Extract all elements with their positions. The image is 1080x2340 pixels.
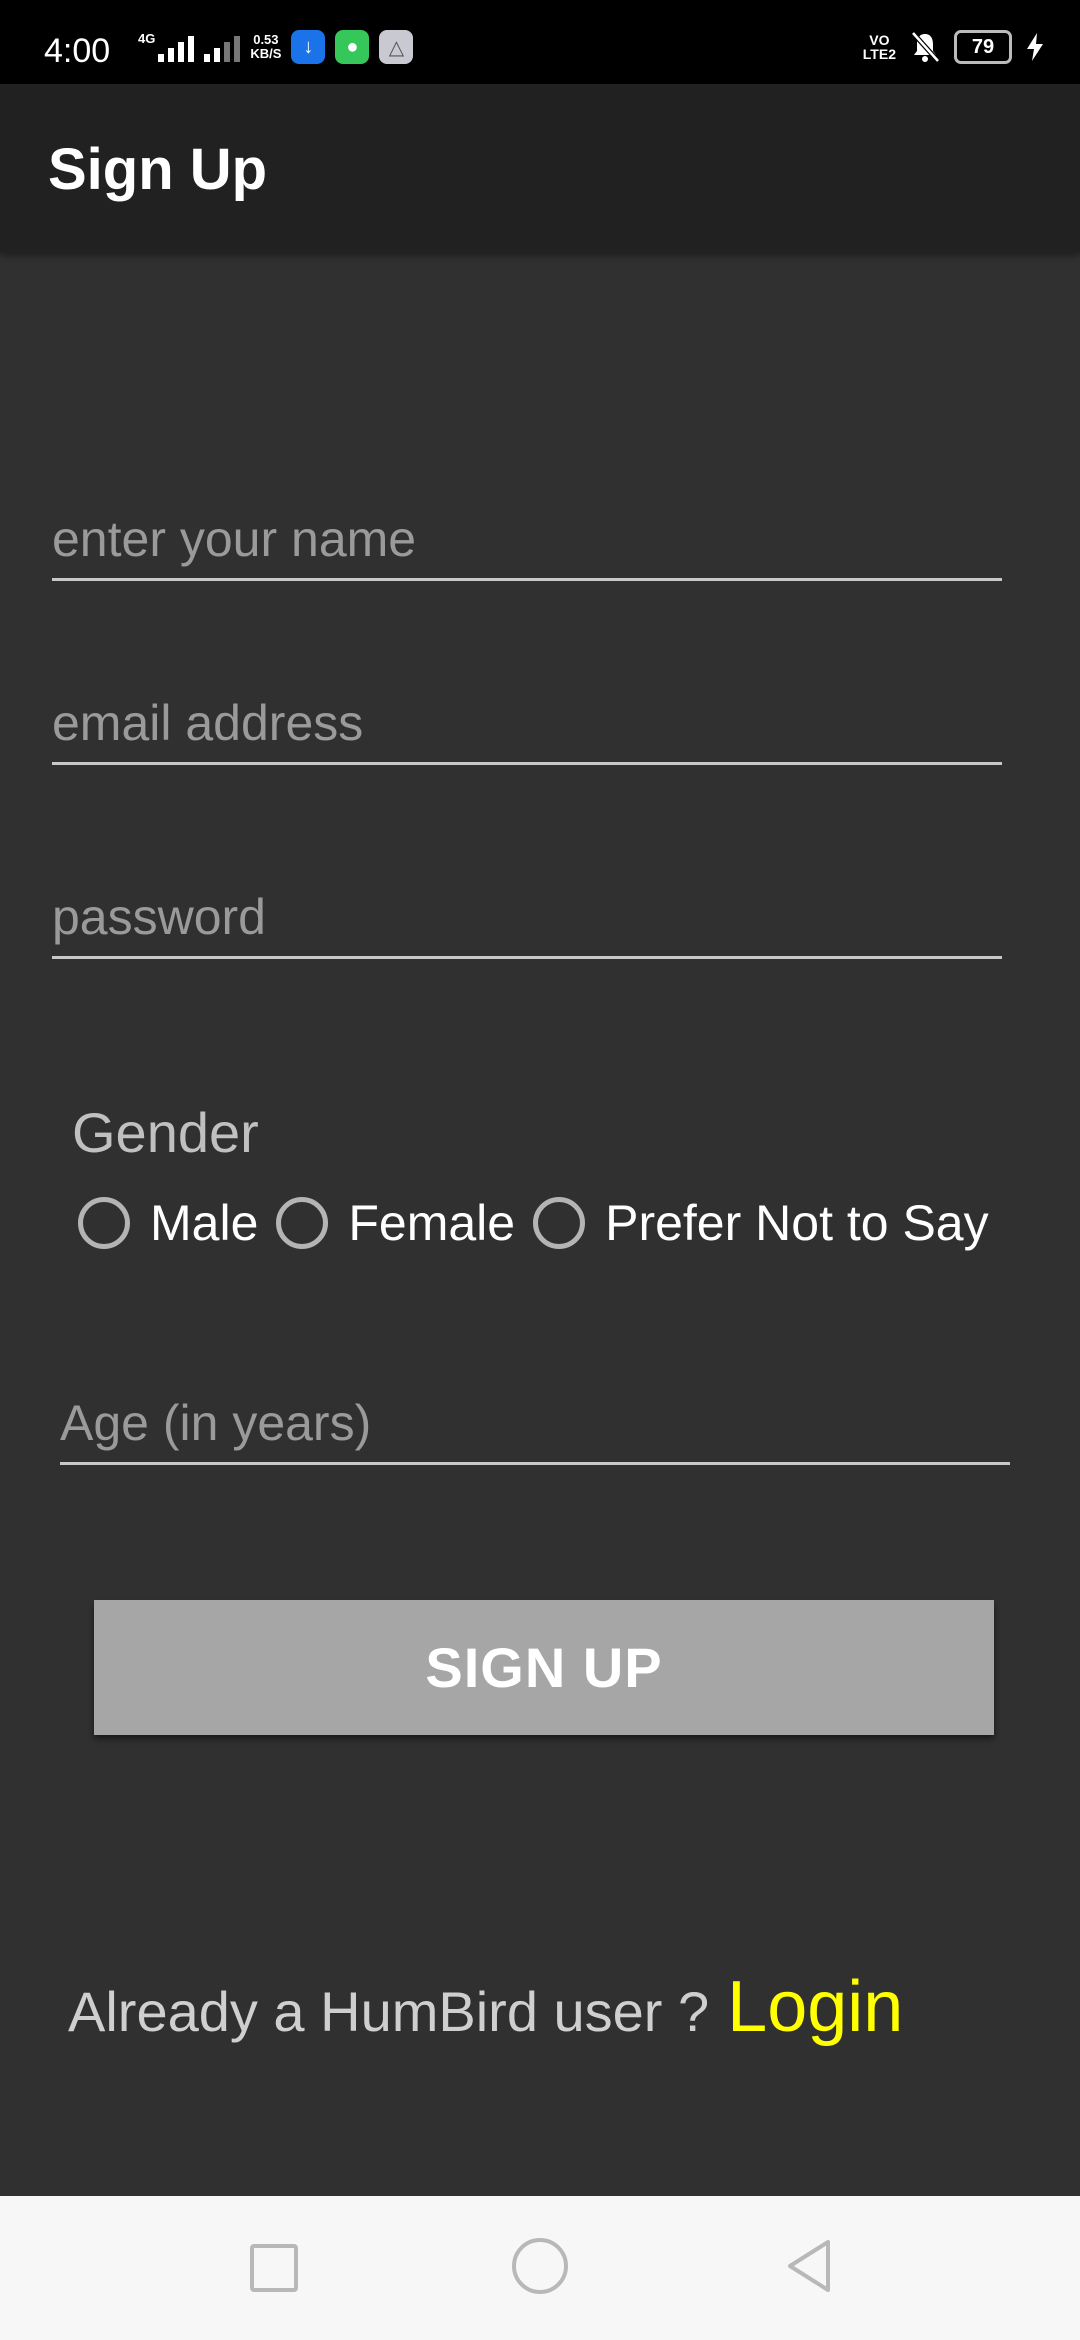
navigation-bar (0, 2196, 1080, 2340)
name-field[interactable] (52, 496, 1002, 581)
usb-icon: ↓ (291, 30, 326, 64)
radio-label-male[interactable]: Male (150, 1194, 258, 1252)
data-speed-value: 0.53 (253, 32, 279, 47)
gender-label: Gender (72, 1101, 259, 1164)
login-prompt: Already a HumBird user ? (68, 1980, 710, 2043)
age-field[interactable] (60, 1380, 1010, 1465)
signup-button[interactable]: SIGN UP (94, 1600, 994, 1735)
login-link[interactable]: Login (727, 1966, 903, 2048)
signal-4g-icon: 4G (138, 31, 195, 62)
data-speed: 0.53 KB/S (250, 33, 281, 61)
network-type-label: 4G (138, 31, 156, 46)
radio-label-female[interactable]: Female (348, 1194, 515, 1252)
status-bar: 4:00 4G 0.53 KB/S ↓ ● △ VO LTE2 79 (0, 0, 1080, 84)
status-time: 4:00 (44, 32, 111, 70)
battery-level: 79 (971, 35, 995, 58)
radio-unchecked-icon[interactable] (276, 1197, 329, 1249)
app-bar: Sign Up (0, 84, 1080, 252)
email-field[interactable] (52, 680, 1002, 765)
chat-app-icon: ● (335, 30, 370, 64)
volte-icon: VO LTE2 (862, 32, 896, 62)
gender-radio-female[interactable]: Female (276, 1194, 515, 1252)
age-input[interactable] (60, 1394, 1010, 1452)
status-right-icons: VO LTE2 79 (863, 30, 1044, 64)
gender-radio-prefer-not[interactable]: Prefer Not to Say (533, 1194, 989, 1252)
name-input[interactable] (52, 510, 1002, 568)
password-input[interactable] (52, 888, 1002, 946)
home-icon[interactable] (512, 2238, 568, 2294)
status-left-icons: 4G 0.53 KB/S ↓ ● △ (138, 30, 414, 64)
gender-radio-male[interactable]: Male (78, 1194, 258, 1252)
signal-icon (204, 32, 241, 62)
bell-muted-icon (911, 31, 940, 63)
radio-unchecked-icon[interactable] (533, 1197, 586, 1249)
page-title: Sign Up (48, 137, 268, 202)
gender-radio-group: Male Female Prefer Not to Say (78, 1188, 1007, 1258)
radio-unchecked-icon[interactable] (78, 1197, 130, 1249)
email-input[interactable] (52, 694, 1002, 752)
login-row: Already a HumBird user ? Login (68, 1966, 903, 2048)
back-icon[interactable] (784, 2238, 834, 2294)
data-speed-unit: KB/S (250, 46, 282, 61)
password-field[interactable] (52, 874, 1002, 959)
recents-icon[interactable] (250, 2244, 298, 2292)
drive-icon: △ (379, 30, 414, 64)
charging-icon (1027, 33, 1043, 61)
battery-icon: 79 (954, 30, 1012, 64)
radio-label-prefer-not[interactable]: Prefer Not to Say (605, 1194, 989, 1252)
